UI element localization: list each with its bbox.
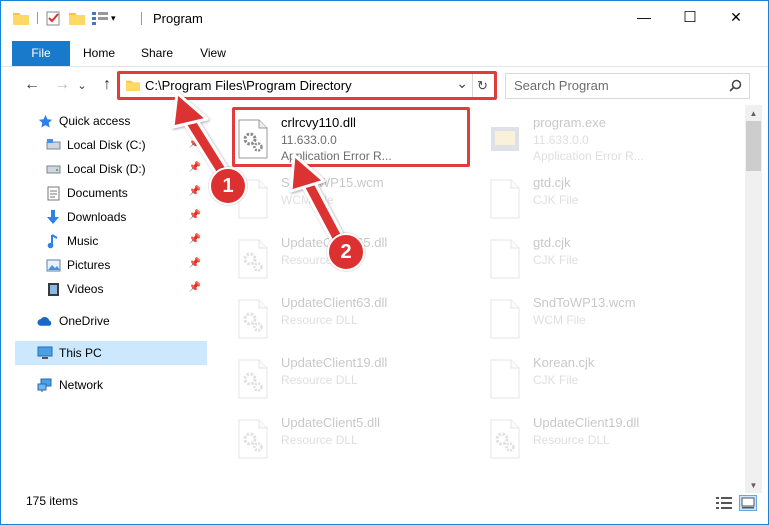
arrow-2: [289, 153, 349, 253]
step-badge-1: 1: [209, 167, 247, 205]
explorer-window: ▾ Program — ☐ ✕ File Home Share View ← →…: [0, 0, 769, 525]
step-badge-2: 2: [327, 233, 365, 271]
tutorial-arrows: [171, 91, 349, 253]
